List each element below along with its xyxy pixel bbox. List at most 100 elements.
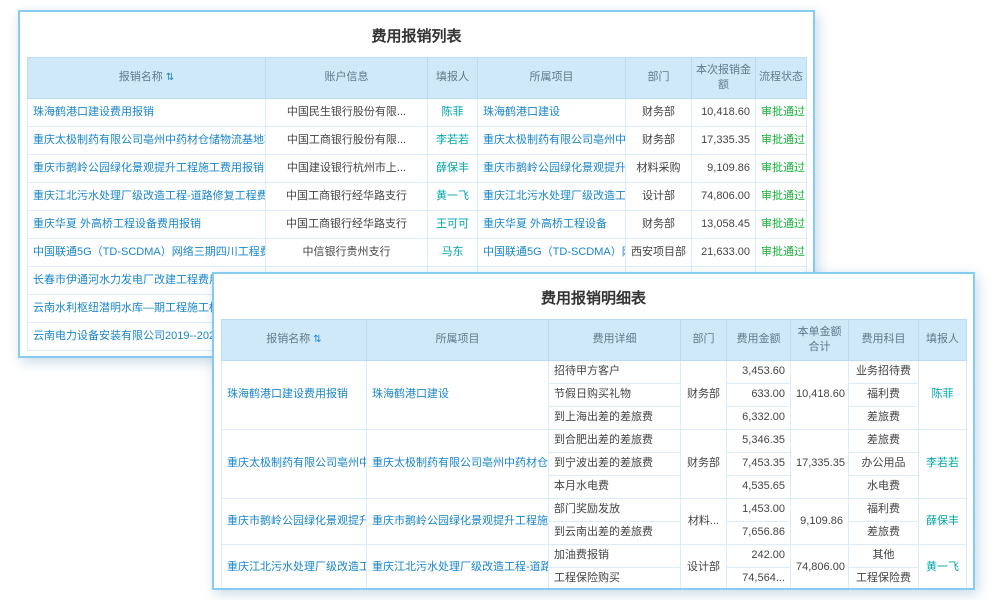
report-name-cell[interactable]: 重庆太极制药有限公司亳州中药材... [222, 429, 367, 498]
category-cell: 其他 [849, 544, 919, 567]
col-amount: 本次报销金额 [692, 58, 756, 99]
total-amount-cell: 17,335.35 [791, 429, 849, 498]
report-name-cell[interactable]: 重庆江北污水处理厂级改造工程-道路修复工程费用... [28, 182, 266, 210]
department-cell: 财务部 [626, 126, 692, 154]
status-cell: 审批通过 [756, 210, 807, 238]
department-cell: 财务部 [626, 210, 692, 238]
expense-amount-cell: 633.00 [727, 383, 791, 406]
category-cell: 办公用品 [849, 452, 919, 475]
category-cell: 差旅费 [849, 521, 919, 544]
department-cell: 财务部 [681, 429, 727, 498]
amount-cell: 21,633.00 [692, 238, 756, 266]
expense-detail-cell: 到合肥出差的差旅费 [549, 429, 681, 452]
status-cell: 审批通过 [756, 238, 807, 266]
department-cell: 设计部 [681, 544, 727, 590]
report-name-cell[interactable]: 重庆华夏 外高桥工程设备费用报销 [28, 210, 266, 238]
project-cell[interactable]: 重庆华夏 外高桥工程设备 [478, 210, 626, 238]
list-row: 重庆江北污水处理厂级改造工程-道路修复工程费用... 中国工商银行经华路支行 黄… [28, 182, 807, 210]
col-report-name-label: 报销名称 [266, 333, 310, 345]
report-name-cell[interactable]: 重庆市鹅岭公园绿化景观提升工程施工费用报销 [28, 154, 266, 182]
col-filler: 填报人 [428, 58, 478, 99]
col-account-info: 账户信息 [266, 58, 428, 99]
col-expense-detail: 费用详细 [549, 320, 681, 361]
expense-amount-cell: 4,535.65 [727, 475, 791, 498]
project-cell[interactable]: 重庆市鹅岭公园绿化景观提升... [478, 154, 626, 182]
detail-row: 珠海鹤港口建设费用报销 珠海鹤港口建设 招待甲方客户 财务部 3,453.60 … [222, 360, 967, 383]
report-name-cell[interactable]: 重庆太极制药有限公司亳州中药材仓储物流基地项... [28, 126, 266, 154]
report-name-cell[interactable]: 珠海鹤港口建设费用报销 [222, 360, 367, 429]
col-project: 所属项目 [478, 58, 626, 99]
expense-detail-cell: 部门奖励发放 [549, 498, 681, 521]
report-name-cell[interactable]: 中国联通5G（TD-SCDMA）网络三期四川工程费... [28, 238, 266, 266]
report-name-cell[interactable]: 珠海鹤港口建设费用报销 [28, 98, 266, 126]
category-cell: 福利费 [849, 498, 919, 521]
detail-row: 重庆太极制药有限公司亳州中药材... 重庆太极制药有限公司亳州中药材仓储物流..… [222, 429, 967, 452]
sort-icon[interactable]: ⇅ [166, 72, 174, 83]
amount-cell: 10,418.60 [692, 98, 756, 126]
filler-cell: 薛保丰 [428, 154, 478, 182]
project-cell[interactable]: 珠海鹤港口建设 [367, 360, 549, 429]
sort-icon[interactable]: ⇅ [313, 334, 321, 345]
filler-cell: 马东 [428, 238, 478, 266]
project-cell[interactable]: 重庆江北污水处理厂级改造工程-道路修复工程 [367, 544, 549, 590]
col-report-name-label: 报销名称 [119, 71, 163, 83]
total-amount-cell: 74,806.00 [791, 544, 849, 590]
department-cell: 材料采购 [626, 154, 692, 182]
project-cell[interactable]: 重庆太极制药有限公司亳州中... [478, 126, 626, 154]
department-cell: 财务部 [681, 360, 727, 429]
expense-detail-cell: 到上海出差的差旅费 [549, 406, 681, 429]
project-cell[interactable]: 重庆江北污水处理厂级改造工... [478, 182, 626, 210]
list-row: 中国联通5G（TD-SCDMA）网络三期四川工程费... 中信银行贵州支行 马东… [28, 238, 807, 266]
col-expense-category: 费用科目 [849, 320, 919, 361]
expense-detail-cell: 招待甲方客户 [549, 360, 681, 383]
department-cell: 西安项目部 [626, 238, 692, 266]
project-cell[interactable]: 重庆太极制药有限公司亳州中药材仓储物流... [367, 429, 549, 498]
detail-header-row: 报销名称⇅ 所属项目 费用详细 部门 费用金额 本单金额合计 费用科目 填报人 [222, 320, 967, 361]
col-department: 部门 [626, 58, 692, 99]
category-cell: 差旅费 [849, 429, 919, 452]
expense-detail-cell: 加油费报销 [549, 544, 681, 567]
category-cell: 差旅费 [849, 406, 919, 429]
col-expense-amount: 费用金额 [727, 320, 791, 361]
filler-cell: 李若若 [919, 429, 967, 498]
col-filler: 填报人 [919, 320, 967, 361]
department-cell: 财务部 [626, 98, 692, 126]
expense-amount-cell: 74,564... [727, 567, 791, 590]
expense-detail-title: 费用报销明细表 [214, 274, 973, 319]
expense-detail-cell: 到云南出差的差旅费 [549, 521, 681, 544]
expense-list-title: 费用报销列表 [20, 12, 813, 57]
expense-detail-table: 报销名称⇅ 所属项目 费用详细 部门 费用金额 本单金额合计 费用科目 填报人 … [221, 319, 967, 590]
account-cell: 中信银行贵州支行 [266, 238, 428, 266]
filler-cell: 王可可 [428, 210, 478, 238]
project-cell[interactable]: 珠海鹤港口建设 [478, 98, 626, 126]
col-project: 所属项目 [367, 320, 549, 361]
department-cell: 材料... [681, 498, 727, 544]
category-cell: 业务招待费 [849, 360, 919, 383]
status-cell: 审批通过 [756, 154, 807, 182]
project-cell[interactable]: 重庆市鹅岭公园绿化景观提升工程施工 [367, 498, 549, 544]
list-row: 重庆太极制药有限公司亳州中药材仓储物流基地项... 中国工商银行股份有限... … [28, 126, 807, 154]
department-cell: 设计部 [626, 182, 692, 210]
list-header-row: 报销名称⇅ 账户信息 填报人 所属项目 部门 本次报销金额 流程状态 [28, 58, 807, 99]
col-department: 部门 [681, 320, 727, 361]
category-cell: 水电费 [849, 475, 919, 498]
expense-detail-cell: 本月水电费 [549, 475, 681, 498]
report-name-cell[interactable]: 重庆市鹅岭公园绿化景观提升工程... [222, 498, 367, 544]
status-cell: 审批通过 [756, 98, 807, 126]
amount-cell: 9,109.86 [692, 154, 756, 182]
detail-row: 重庆市鹅岭公园绿化景观提升工程... 重庆市鹅岭公园绿化景观提升工程施工 部门奖… [222, 498, 967, 521]
filler-cell: 薛保丰 [919, 498, 967, 544]
expense-amount-cell: 3,453.60 [727, 360, 791, 383]
expense-amount-cell: 6,332.00 [727, 406, 791, 429]
col-report-name: 报销名称⇅ [222, 320, 367, 361]
amount-cell: 74,806.00 [692, 182, 756, 210]
expense-detail-cell: 节假日购买礼物 [549, 383, 681, 406]
project-cell[interactable]: 中国联通5G（TD-SCDMA）网... [478, 238, 626, 266]
account-cell: 中国工商银行经华路支行 [266, 182, 428, 210]
expense-detail-window: 费用报销明细表 报销名称⇅ 所属项目 费用详细 部门 费用金额 本单金额合计 费… [212, 272, 975, 590]
report-name-cell[interactable]: 重庆江北污水处理厂级改造工程-... [222, 544, 367, 590]
col-status: 流程状态 [756, 58, 807, 99]
expense-amount-cell: 7,656.86 [727, 521, 791, 544]
expense-amount-cell: 7,453.35 [727, 452, 791, 475]
col-report-name: 报销名称⇅ [28, 58, 266, 99]
